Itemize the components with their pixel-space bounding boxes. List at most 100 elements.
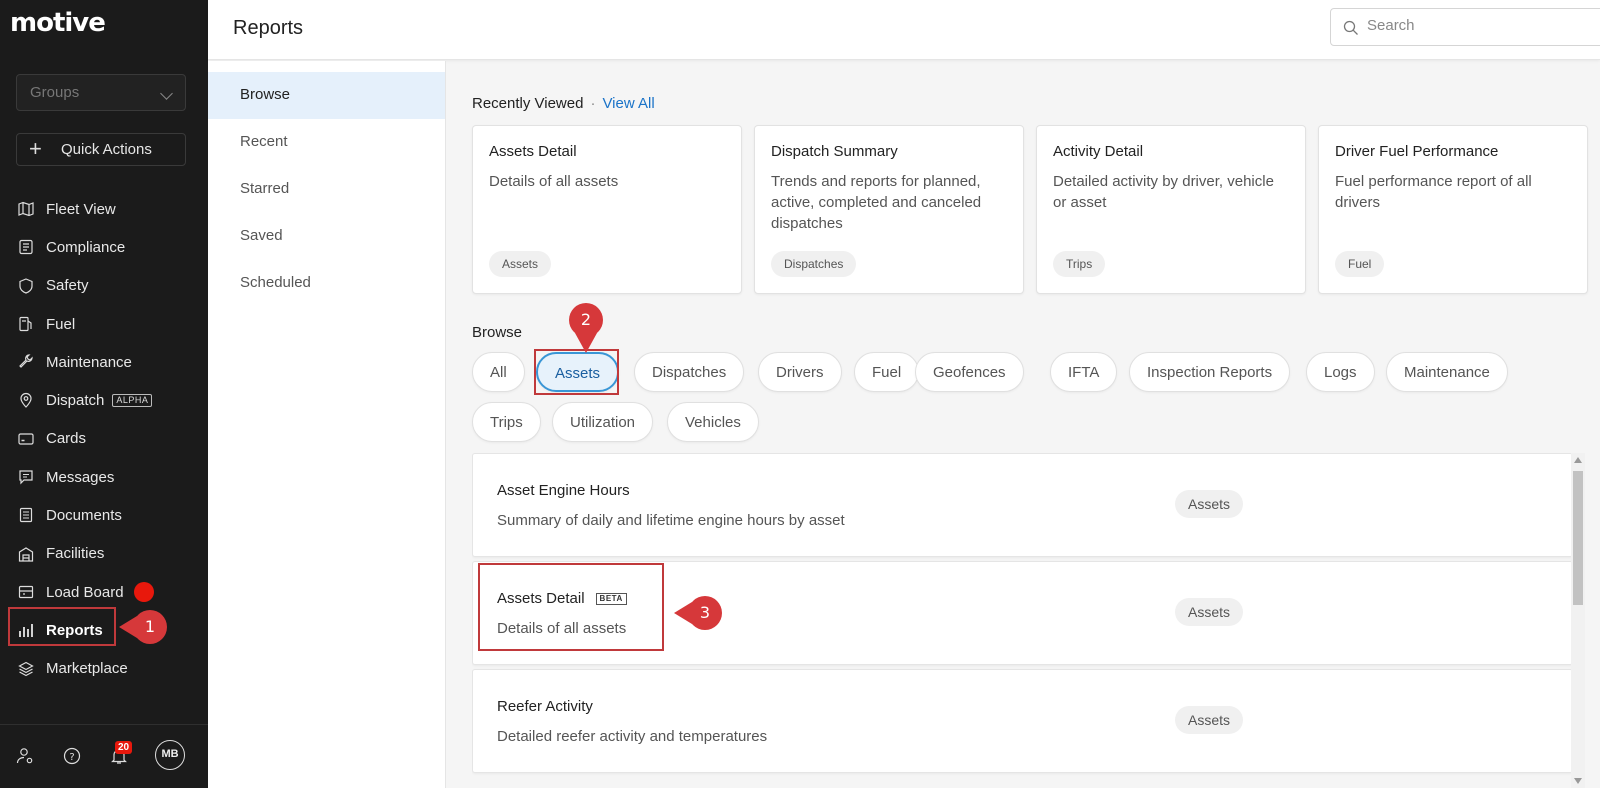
recent-report-card[interactable]: Dispatch Summary Trends and reports for … (754, 125, 1024, 294)
subnav-browse[interactable]: Browse (208, 72, 445, 119)
sidebar-item-documents[interactable]: Documents (0, 496, 208, 534)
recent-report-card[interactable]: Assets Detail Details of all assets Asse… (472, 125, 742, 294)
sidebar-item-label: Messages (46, 468, 115, 486)
sidebar-item-maintenance[interactable]: Maintenance (0, 343, 208, 381)
sidebar-item-load-board[interactable]: Load Board (0, 573, 208, 611)
filter-chip-logs[interactable]: Logs (1306, 352, 1375, 392)
sidebar-item-label: Cards (46, 430, 87, 448)
groups-dropdown[interactable]: Groups (16, 74, 186, 111)
help-icon[interactable]: ? (63, 747, 81, 765)
building-icon (18, 546, 34, 562)
report-title-text: Reefer Activity (497, 698, 593, 715)
groups-placeholder: Groups (30, 84, 80, 101)
notification-dot (133, 582, 154, 603)
filter-chip-dispatches[interactable]: Dispatches (634, 352, 745, 392)
user-settings-icon[interactable] (16, 747, 34, 765)
sidebar-footer: ? 20 MB (0, 724, 208, 788)
chevron-down-icon (160, 87, 173, 100)
list-scrollbar[interactable] (1571, 453, 1585, 788)
filter-chip-inspection-reports[interactable]: Inspection Reports (1129, 352, 1291, 392)
scrollbar-thumb[interactable] (1573, 471, 1583, 605)
sidebar-item-label: Dispatch (46, 392, 105, 410)
sidebar-item-fuel[interactable]: Fuel (0, 305, 208, 343)
quick-actions-button[interactable]: + Quick Actions (16, 133, 186, 166)
scroll-up-arrow-icon[interactable] (1574, 457, 1582, 463)
recently-viewed-header: Recently Viewed · View All (472, 95, 655, 112)
sidebar-item-label: Safety (46, 277, 89, 295)
location-pin-icon (20, 393, 32, 409)
search-input[interactable] (1367, 17, 1587, 34)
filter-chip-drivers[interactable]: Drivers (758, 352, 842, 392)
scroll-down-arrow-icon[interactable] (1574, 778, 1582, 784)
subnav-scheduled[interactable]: Scheduled (208, 260, 445, 307)
card-tag: Assets (489, 251, 552, 277)
sidebar-item-cards[interactable]: Cards (0, 420, 208, 458)
recent-report-card[interactable]: Activity Detail Detailed activity by dri… (1036, 125, 1306, 294)
subnav-saved[interactable]: Saved (208, 213, 445, 260)
filter-chip-ifta[interactable]: IFTA (1050, 352, 1118, 392)
sidebar-item-label: Facilities (46, 545, 105, 563)
recently-viewed-title: Recently Viewed (472, 95, 584, 112)
report-description: Detailed reefer activity and temperature… (497, 728, 768, 745)
clipboard-icon (19, 240, 33, 255)
alpha-badge: ALPHA (112, 394, 153, 408)
filter-chip-fuel[interactable]: Fuel (854, 352, 920, 392)
report-tag: Assets (1175, 490, 1244, 518)
card-title: Assets Detail (489, 143, 577, 160)
filter-chip-maintenance[interactable]: Maintenance (1386, 352, 1508, 392)
report-description: Summary of daily and lifetime engine hou… (497, 512, 845, 529)
search-icon (1343, 20, 1358, 35)
filter-chip-trips[interactable]: Trips (472, 402, 541, 442)
report-title: Reefer Activity (497, 698, 593, 715)
report-title: Asset Engine Hours (497, 482, 630, 499)
report-row[interactable]: Reefer Activity Detailed reefer activity… (472, 669, 1573, 773)
card-tag: Fuel (1335, 251, 1385, 277)
sidebar-item-marketplace[interactable]: Marketplace (0, 650, 208, 688)
motive-logo[interactable]: motive (10, 8, 106, 38)
layers-icon (18, 661, 34, 676)
card-title: Driver Fuel Performance (1335, 143, 1499, 160)
truck-icon (18, 585, 34, 599)
card-description: Detailed activity by driver, vehicle or … (1053, 173, 1274, 211)
filter-chip-vehicles[interactable]: Vehicles (667, 402, 759, 442)
assets-detail-highlight-box (478, 563, 664, 651)
shield-icon (19, 277, 33, 294)
sidebar-item-facilities[interactable]: Facilities (0, 535, 208, 573)
sidebar-item-dispatch[interactable]: Dispatch ALPHA (0, 381, 208, 419)
card-icon (18, 433, 34, 445)
filter-chip-all[interactable]: All (472, 352, 525, 392)
report-row[interactable]: Asset Engine Hours Summary of daily and … (472, 453, 1573, 557)
subnav-recent[interactable]: Recent (208, 119, 445, 166)
chat-icon (19, 470, 33, 485)
separator-dot: · (590, 95, 596, 112)
filter-chip-utilization[interactable]: Utilization (552, 402, 654, 442)
document-icon (19, 508, 33, 523)
recent-report-card[interactable]: Driver Fuel Performance Fuel performance… (1318, 125, 1588, 294)
sidebar-item-label: Fleet View (46, 200, 116, 218)
avatar[interactable]: MB (155, 740, 185, 770)
notification-count-badge: 20 (115, 741, 133, 754)
sidebar-item-messages[interactable]: Messages (0, 458, 208, 496)
sidebar-item-label: Marketplace (46, 660, 128, 678)
page-header: Reports (208, 0, 1600, 60)
sidebar: motive Groups + Quick Actions Fleet View… (0, 0, 208, 788)
subnav-starred[interactable]: Starred (208, 166, 445, 213)
callout-1: 1 (119, 610, 167, 644)
main-content: Recently Viewed · View All Assets Detail D… (446, 61, 1600, 788)
wrench-icon (19, 354, 33, 369)
view-all-link[interactable]: View All (602, 95, 654, 112)
sidebar-item-label: Fuel (46, 315, 76, 333)
sidebar-item-label: Maintenance (46, 353, 132, 371)
plus-icon: + (29, 136, 42, 161)
quick-actions-label: Quick Actions (61, 141, 152, 158)
sidebar-item-compliance[interactable]: Compliance (0, 228, 208, 266)
svg-text:?: ? (69, 752, 74, 763)
report-title-text: Asset Engine Hours (497, 482, 630, 499)
filter-chip-geofences[interactable]: Geofences (915, 352, 1024, 392)
sidebar-item-fleet-view[interactable]: Fleet View (0, 190, 208, 228)
search-box[interactable] (1330, 8, 1600, 46)
fuel-pump-icon (19, 316, 32, 331)
browse-title: Browse (472, 324, 523, 341)
sidebar-item-safety[interactable]: Safety (0, 267, 208, 305)
card-description: Details of all assets (489, 173, 619, 190)
